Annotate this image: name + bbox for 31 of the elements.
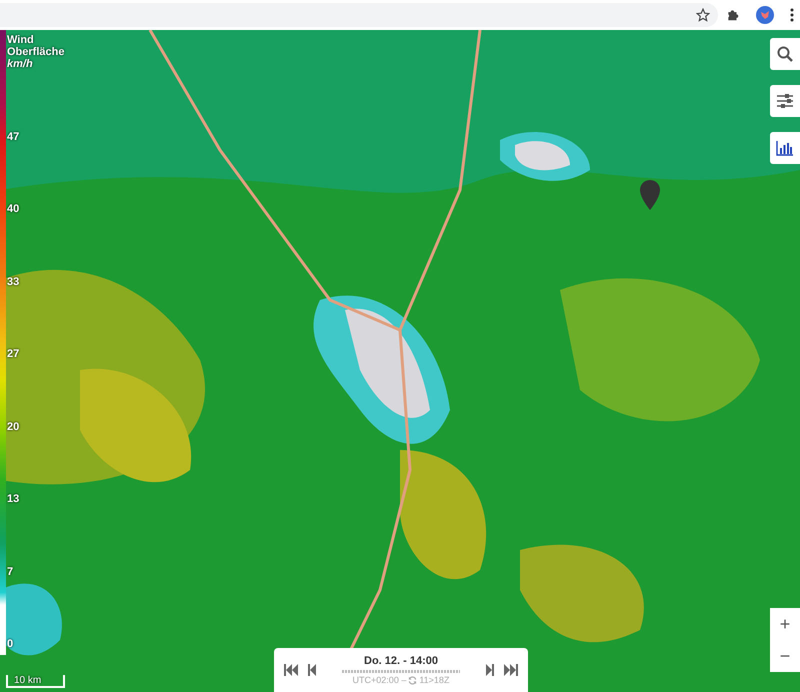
first-button[interactable] <box>282 662 300 678</box>
search-button[interactable] <box>770 38 800 70</box>
bar-chart-icon <box>776 140 794 156</box>
scale-label: 47 <box>7 130 20 144</box>
scale-label: 27 <box>7 347 20 362</box>
avatar-icon[interactable] <box>756 6 774 24</box>
next-button[interactable] <box>484 662 496 678</box>
puzzle-icon[interactable] <box>726 8 740 22</box>
scale-label: 20 <box>7 420 20 434</box>
refresh-icon <box>408 676 418 684</box>
scale-bar: 10 km <box>6 675 66 688</box>
model-run-label: 11>18Z <box>419 674 450 686</box>
time-label: Do. 12. - 14:00 <box>364 654 438 668</box>
scale-label: 7 <box>7 564 14 579</box>
sliders-icon <box>776 93 794 109</box>
legend-subtitle: Oberfläche <box>7 46 64 58</box>
chart-button[interactable] <box>770 132 800 164</box>
scale-label: 40 <box>7 202 20 216</box>
scale-label: 0 <box>7 636 14 651</box>
legend-title: Wind <box>7 34 35 46</box>
legend-unit: km/h <box>7 58 34 70</box>
timezone-label: UTC+02:00 – <box>352 674 406 686</box>
star-icon[interactable] <box>696 8 710 22</box>
scale-label: 13 <box>7 492 20 506</box>
menu-icon[interactable] <box>790 8 794 22</box>
timeline-track[interactable] <box>342 670 460 672</box>
settings-button[interactable] <box>770 85 800 117</box>
last-button[interactable] <box>502 662 520 678</box>
previous-button[interactable] <box>306 662 318 678</box>
scale-label: 33 <box>7 274 20 289</box>
search-icon <box>777 46 793 62</box>
